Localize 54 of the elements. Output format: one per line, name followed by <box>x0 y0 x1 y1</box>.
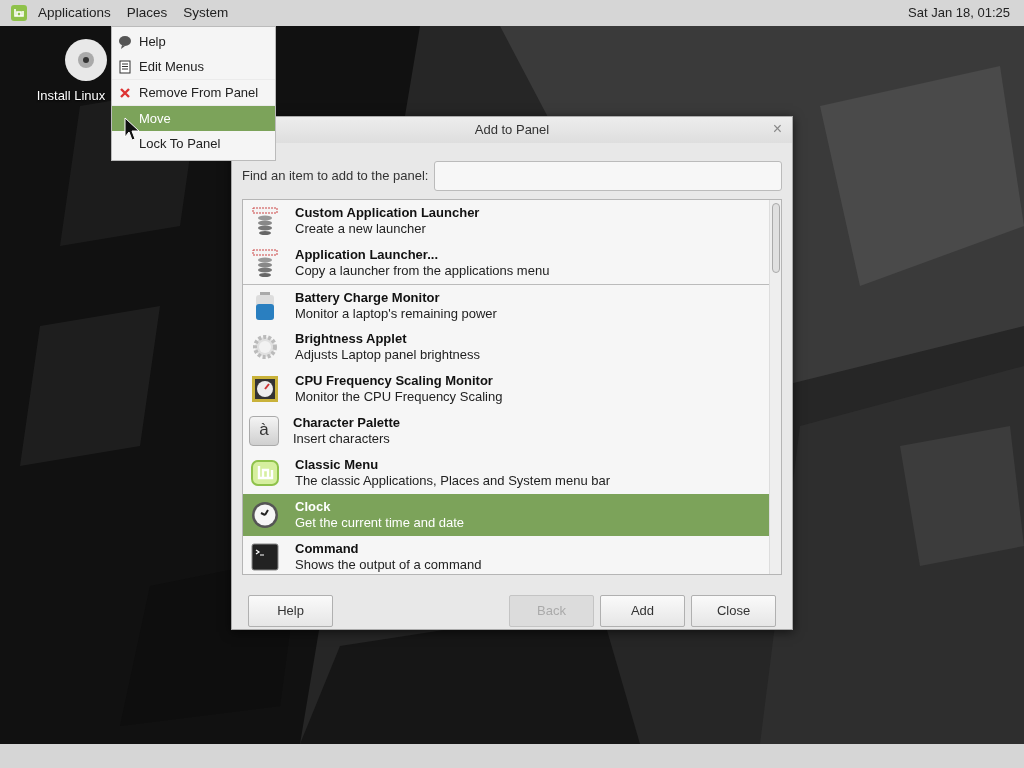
list-item[interactable]: Battery Charge Monitor Monitor a laptop's remaining power <box>243 284 769 326</box>
menu-item[interactable]: Lock To Panel <box>112 131 275 156</box>
launcher-icon <box>249 247 281 279</box>
chip-gauge-icon <box>249 373 281 405</box>
menu-item[interactable]: Edit Menus <box>112 54 275 79</box>
item-name: Battery Charge Monitor <box>295 289 441 306</box>
item-description: Adjusts Laptop panel brightness <box>295 347 480 363</box>
scrollbar[interactable] <box>769 200 781 574</box>
search-field[interactable] <box>434 161 782 191</box>
window-title: Add to Panel <box>474 121 550 140</box>
list-item[interactable]: Application Launcher... Copy a launcher from the applications menu <box>243 242 769 284</box>
disc-icon[interactable] <box>64 38 108 82</box>
desktop-icon-label[interactable]: Install Linux <box>36 86 106 106</box>
list-item[interactable]: Brightness Applet Adjusts Laptop panel brightness <box>243 326 769 368</box>
item-name: CPU Frequency Scaling Monitor <box>295 373 494 389</box>
item-description: Get the current time and date <box>295 515 465 531</box>
list-item[interactable]: Command Shows the output of a command <box>243 536 769 574</box>
list-item[interactable]: Classic Menu The classic Applications, Places and System menu bar <box>243 452 769 494</box>
list-icon <box>118 59 132 74</box>
list-item[interactable]: CPU Frequency Scaling Monitor Monitor the CPU Frequency Scaling <box>243 368 769 410</box>
item-name: Character Palette <box>293 415 400 431</box>
help-icon <box>118 34 132 49</box>
launcher-icon <box>249 205 281 237</box>
item-description: Monitor the CPU Frequency Scaling <box>295 389 503 405</box>
item-name: Classic Menu <box>295 457 380 473</box>
menu-item[interactable]: Help <box>112 29 275 54</box>
list-item[interactable]: Custom Application Launcher Create a new launcher <box>243 200 769 242</box>
key-icon: à <box>249 416 279 446</box>
item-description: Insert characters <box>293 431 391 447</box>
dialog-button[interactable]: Close <box>691 595 776 627</box>
clock-icon <box>249 499 281 531</box>
item-description: The classic Applications, Places and System menu bar <box>295 473 611 489</box>
item-description: Shows the output of a command <box>295 557 482 573</box>
panel-clock[interactable]: Sat Jan 18, 01:25 <box>908 3 1010 23</box>
search-label: Find an item to add to the panel: <box>242 167 429 186</box>
item-description: Copy a launcher from the applications menu <box>295 263 550 279</box>
item-name: Command <box>295 541 360 557</box>
item-name: Custom Application Launcher <box>295 205 480 221</box>
panel-menu[interactable]: Applications <box>30 2 119 24</box>
menu-item[interactable]: Remove From Panel <box>112 80 275 105</box>
mint-logo-icon <box>10 4 28 22</box>
list-item[interactable]: à Character Palette Insert characters <box>243 410 769 452</box>
item-name: Brightness Applet <box>295 331 408 347</box>
item-name: Application Launcher... <box>295 247 440 263</box>
mint-logo-icon <box>249 457 281 489</box>
item-description: Create a new launcher <box>295 221 427 237</box>
item-name: Clock <box>295 499 332 515</box>
panel-menu[interactable]: System <box>175 2 237 24</box>
close-icon <box>118 85 132 100</box>
panel-menu[interactable]: Places <box>118 2 176 24</box>
dialog-button[interactable]: Add <box>600 595 685 627</box>
item-description: Monitor a laptop's remaining power <box>295 305 497 322</box>
scrollbar-thumb[interactable] <box>771 203 780 273</box>
dialog-button[interactable]: Help <box>248 595 333 627</box>
